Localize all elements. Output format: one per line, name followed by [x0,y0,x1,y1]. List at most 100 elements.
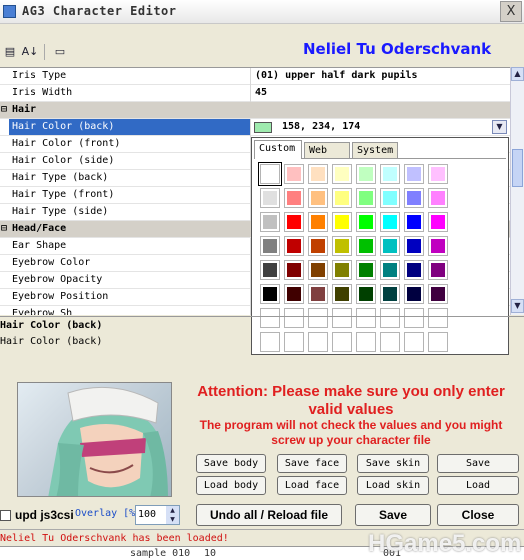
color-cell[interactable] [380,164,400,184]
color-cell[interactable] [308,308,328,328]
save-button[interactable]: Save [437,454,519,473]
undo-reload-button[interactable]: Undo all / Reload file [196,504,342,526]
load-skin-button[interactable]: Load skin [357,476,429,495]
scroll-down-icon[interactable]: ▼ [511,299,524,313]
color-cell[interactable] [380,308,400,328]
color-cell[interactable] [332,308,352,328]
color-cell[interactable] [380,284,400,304]
color-cell[interactable] [332,284,352,304]
color-cell[interactable] [428,260,448,280]
property-value[interactable]: (01) upper half dark pupils [255,70,418,81]
color-cell[interactable] [356,212,376,232]
color-cell[interactable] [380,212,400,232]
scroll-thumb[interactable] [512,149,523,187]
color-cell[interactable] [308,212,328,232]
color-cell[interactable] [404,164,424,184]
load-body-button[interactable]: Load body [196,476,266,495]
property-value[interactable]: 45 [255,87,267,98]
color-cell[interactable] [428,188,448,208]
color-cell[interactable] [428,236,448,256]
color-cell[interactable] [284,164,304,184]
color-cell[interactable] [332,236,352,256]
color-cell[interactable] [308,260,328,280]
color-cell[interactable] [308,188,328,208]
property-value[interactable]: 158, 234, 174 [282,121,360,132]
color-cell[interactable] [332,164,352,184]
property-pages-icon[interactable]: ▭ [51,43,69,61]
color-cell[interactable] [404,260,424,280]
overlay-stepper[interactable]: 100 ▲ ▼ [135,505,180,525]
color-cell[interactable] [308,332,328,352]
save-body-button[interactable]: Save body [196,454,266,473]
color-cell[interactable] [356,332,376,352]
color-cell[interactable] [332,260,352,280]
color-cell[interactable] [404,284,424,304]
load-button[interactable]: Load [437,476,519,495]
load-face-button[interactable]: Load face [277,476,347,495]
upd-checkbox[interactable] [0,510,11,521]
color-cell[interactable] [356,164,376,184]
color-cell[interactable] [260,260,280,280]
tab-web[interactable]: Web [304,142,350,158]
color-cell[interactable] [356,236,376,256]
save-face-button[interactable]: Save face [277,454,347,473]
color-cell[interactable] [380,236,400,256]
property-grid-scrollbar[interactable]: ▲ ▼ [510,67,524,315]
overlay-value[interactable]: 100 [138,509,156,520]
close-button[interactable]: Close [437,504,519,526]
dropdown-arrow-icon[interactable]: ▼ [492,120,507,134]
stepper-up-icon[interactable]: ▲ [166,506,179,515]
color-cell[interactable] [356,308,376,328]
color-cell[interactable] [404,332,424,352]
color-cell[interactable] [308,284,328,304]
collapse-toggle-icon[interactable]: ⊟ [1,223,7,234]
color-cell[interactable] [404,308,424,328]
color-cell[interactable] [260,188,280,208]
color-cell[interactable] [260,212,280,232]
color-cell[interactable] [380,332,400,352]
color-cell[interactable] [284,308,304,328]
tab-system[interactable]: System [352,142,398,158]
scroll-up-icon[interactable]: ▲ [511,67,524,81]
color-cell[interactable] [428,284,448,304]
color-cell[interactable] [284,260,304,280]
color-cell[interactable] [308,236,328,256]
color-cell[interactable] [284,284,304,304]
color-cell[interactable] [404,236,424,256]
color-cell[interactable] [284,188,304,208]
color-cell[interactable] [332,212,352,232]
color-cell[interactable] [258,162,282,186]
alphabetical-sort-icon[interactable]: A↓ [21,43,39,61]
color-cell[interactable] [260,284,280,304]
property-row[interactable]: Iris Type (01) upper half dark pupils [0,68,510,85]
color-cell[interactable] [284,236,304,256]
color-cell[interactable] [428,164,448,184]
color-cell[interactable] [404,212,424,232]
property-row[interactable]: Hair Color (back) ▼ 158, 234, 174 [0,119,510,136]
categorized-view-icon[interactable]: ▤ [1,43,19,61]
color-cell[interactable] [428,332,448,352]
color-cell[interactable] [404,188,424,208]
save-file-button[interactable]: Save [355,504,431,526]
color-cell[interactable] [284,212,304,232]
color-cell[interactable] [356,188,376,208]
color-cell[interactable] [356,260,376,280]
save-skin-button[interactable]: Save skin [357,454,429,473]
collapse-toggle-icon[interactable]: ⊟ [1,104,7,115]
tab-custom[interactable]: Custom [254,140,302,159]
color-cell[interactable] [356,284,376,304]
stepper-down-icon[interactable]: ▼ [166,515,179,524]
color-cell[interactable] [260,236,280,256]
color-cell[interactable] [284,332,304,352]
color-cell[interactable] [332,188,352,208]
color-cell[interactable] [428,308,448,328]
category-row[interactable]: ⊟ Hair [0,102,510,119]
color-cell[interactable] [260,332,280,352]
color-cell[interactable] [380,188,400,208]
close-window-button[interactable]: X [500,1,522,22]
color-cell[interactable] [428,212,448,232]
color-cell[interactable] [260,308,280,328]
property-row[interactable]: Iris Width 45 [0,85,510,102]
color-cell[interactable] [380,260,400,280]
color-cell[interactable] [332,332,352,352]
